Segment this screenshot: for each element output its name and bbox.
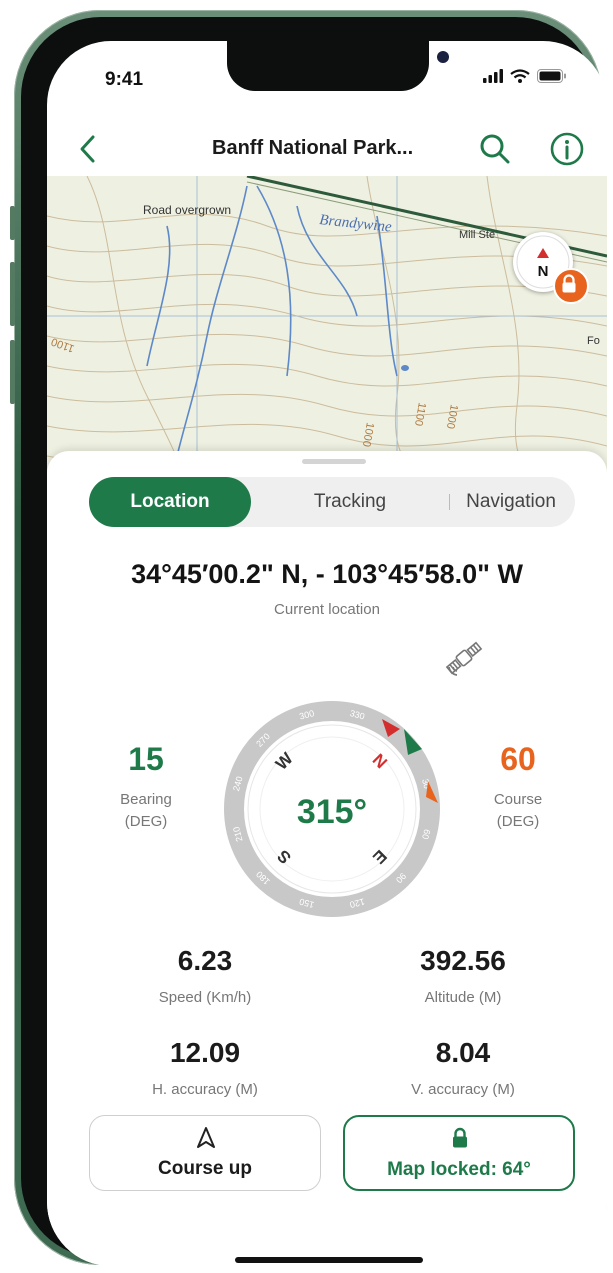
sheet-drag-handle[interactable] bbox=[302, 459, 366, 464]
volume-down-button bbox=[10, 340, 15, 404]
v-accuracy-value: 8.04 bbox=[435, 1037, 491, 1068]
compass-dial: 330306090120150180210240270300 NESW 315° bbox=[224, 701, 440, 917]
course-label-line2: (DEG) bbox=[496, 813, 540, 830]
map-label-edge: Fo bbox=[587, 335, 600, 347]
mute-switch bbox=[10, 206, 15, 240]
compass-heading: 315° bbox=[297, 793, 367, 831]
home-indicator[interactable] bbox=[235, 1257, 423, 1263]
page-title: Banff National Park... bbox=[212, 137, 414, 159]
compass-north-letter: N bbox=[538, 263, 549, 280]
bearing-label-line2: (DEG) bbox=[124, 813, 168, 830]
signal-icon bbox=[483, 69, 503, 83]
map-label-mill: Mill Ste bbox=[459, 229, 495, 241]
search-icon[interactable] bbox=[477, 131, 513, 167]
volume-up-button bbox=[10, 262, 15, 326]
map-label-road: Road overgrown bbox=[143, 203, 231, 217]
navigation-arrow-icon bbox=[197, 1127, 215, 1148]
v-accuracy-label: V. accuracy (M) bbox=[411, 1081, 515, 1098]
map-locked-label: Map locked: 64° bbox=[387, 1159, 531, 1180]
coordinates-label: Current location bbox=[274, 601, 380, 618]
h-accuracy-value: 12.09 bbox=[169, 1037, 241, 1068]
phone-frame: 9:41 Banff National Park... Road overgro… bbox=[10, 10, 607, 1266]
course-value: 60 bbox=[500, 741, 536, 777]
topographic-map[interactable]: Road overgrown Brandywine Mill Ste 1100 … bbox=[47, 176, 607, 476]
chevron-left-icon[interactable] bbox=[73, 131, 105, 167]
course-label-line1: Course bbox=[493, 791, 543, 808]
speed-value: 6.23 bbox=[177, 945, 233, 976]
lock-icon bbox=[453, 1127, 467, 1148]
wifi-icon bbox=[510, 69, 530, 83]
lock-icon bbox=[562, 274, 576, 293]
tab-tracking[interactable]: Tracking bbox=[265, 477, 435, 527]
bearing-label: Bearing (DEG) bbox=[101, 789, 191, 833]
speed-label: Speed (Km/h) bbox=[158, 989, 252, 1006]
notch bbox=[227, 41, 449, 91]
tab-location[interactable]: Location bbox=[89, 477, 251, 527]
satellite-icon bbox=[445, 641, 483, 676]
map-canvas: Road overgrown Brandywine Mill Ste 1100 … bbox=[47, 176, 607, 476]
course-label: Course (DEG) bbox=[473, 789, 563, 833]
map-locked-button[interactable]: Map locked: 64° bbox=[343, 1115, 575, 1191]
segmented-tabs: Location Tracking Navigation bbox=[89, 477, 575, 527]
course-up-button[interactable]: Course up bbox=[89, 1115, 321, 1191]
map-lock-badge[interactable] bbox=[553, 268, 589, 304]
battery-icon bbox=[537, 69, 566, 83]
h-accuracy-label: H. accuracy (M) bbox=[152, 1081, 258, 1098]
app-screen: 9:41 Banff National Park... Road overgro… bbox=[47, 41, 607, 1266]
status-time: 9:41 bbox=[105, 69, 144, 90]
camera bbox=[437, 51, 449, 63]
course-up-label: Course up bbox=[158, 1158, 252, 1179]
info-icon[interactable] bbox=[549, 131, 585, 167]
top-app-bar: Banff National Park... bbox=[47, 125, 607, 175]
bearing-value: 15 bbox=[128, 741, 164, 777]
altitude-value: 392.56 bbox=[420, 945, 506, 976]
tab-navigation[interactable]: Navigation bbox=[455, 477, 567, 527]
coordinates-readout: 34°45′00.2" N, - 103°45′58.0" W bbox=[131, 559, 523, 589]
status-icons bbox=[483, 69, 567, 83]
altitude-label: Altitude (M) bbox=[424, 989, 502, 1006]
bearing-label-line1: Bearing bbox=[120, 791, 172, 808]
bottom-sheet: Location Tracking Navigation 34°45′00.2"… bbox=[47, 451, 607, 1266]
phone-bezel: 9:41 Banff National Park... Road overgro… bbox=[21, 17, 607, 1266]
tab-divider bbox=[449, 494, 450, 510]
